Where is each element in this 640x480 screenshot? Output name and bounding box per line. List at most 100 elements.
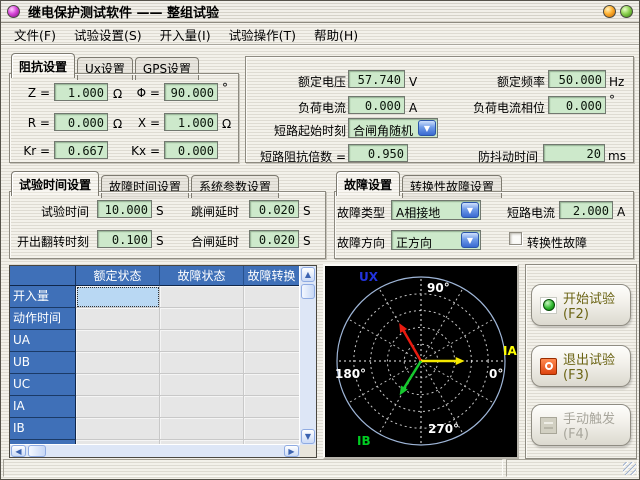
short-current-input[interactable]: 2.000 <box>559 201 613 219</box>
table-cell[interactable] <box>76 286 160 308</box>
impedance-panel: 阻抗设置Ux设置GPS设置 Z = 1.000 Ω Φ = 90.000 ° R… <box>9 53 239 163</box>
trip-delay-input[interactable]: 0.020 <box>249 200 299 218</box>
convert-fault-checkbox[interactable] <box>509 232 522 245</box>
menu-test-operation[interactable]: 试验操作(T) <box>220 23 305 46</box>
table-cell[interactable] <box>244 396 300 418</box>
window-title: 继电保护测试软件 —— 整组试验 <box>28 2 599 21</box>
table-cell[interactable] <box>160 374 244 396</box>
table-cell[interactable] <box>160 286 244 308</box>
load-current-phase-input[interactable]: 0.000 <box>548 96 606 114</box>
table-cell[interactable] <box>76 352 160 374</box>
chevron-down-icon[interactable]: ▼ <box>461 202 479 218</box>
phasor-plot <box>325 266 517 457</box>
x-input[interactable]: 1.000 <box>164 113 218 131</box>
trip-delay-label: 跳闸延时 <box>150 203 239 220</box>
scroll-up-icon[interactable]: ▲ <box>301 267 315 282</box>
table-cell[interactable] <box>160 308 244 330</box>
fault-tabbody: 故障类型 A相接地 ▼ 短路电流 2.000 A 故障方向 正方向 ▼ 转换性故… <box>334 191 634 259</box>
short-z-mult-label: 短路阻抗倍数 = <box>248 148 346 165</box>
horizontal-scrollbar[interactable]: ◀ ▶ <box>10 444 300 457</box>
fault-type-dropdown[interactable]: A相接地 ▼ <box>391 200 481 220</box>
start-test-button[interactable]: 开始试验(F2) <box>531 284 631 326</box>
menu-input-quantity[interactable]: 开入量(I) <box>151 23 220 46</box>
table-cell[interactable] <box>244 330 300 352</box>
kx-input[interactable]: 0.000 <box>164 141 218 159</box>
system-panel: 额定电压 57.740 V 额定频率 50.000 Hz 负荷电流 0.000 … <box>245 56 634 163</box>
trip-delay-unit: S <box>303 204 311 218</box>
kr-label: Kr = <box>12 144 50 158</box>
debounce-label: 防抖动时间 <box>446 148 538 165</box>
table-cell[interactable] <box>244 352 300 374</box>
tab-fault-settings[interactable]: 故障设置 <box>336 171 400 196</box>
tab-test-time-settings[interactable]: 试验时间设置 <box>11 171 99 196</box>
exit-test-button[interactable]: 退出试验(F3) <box>531 345 631 387</box>
table-cell[interactable] <box>76 418 160 440</box>
start-test-icon <box>540 297 557 314</box>
table-cell[interactable] <box>76 396 160 418</box>
table-cell[interactable] <box>160 352 244 374</box>
vertical-scrollbar[interactable]: ▲ ▼ <box>299 266 316 445</box>
app-icon <box>7 5 20 18</box>
load-current-phase-label: 负荷电流相位 <box>426 99 545 116</box>
test-time-input[interactable]: 10.000 <box>97 200 152 218</box>
phasor-label: 270° <box>428 422 459 436</box>
column-header[interactable]: 故障状态 <box>160 266 244 286</box>
table-cell[interactable] <box>160 396 244 418</box>
phasor-label: 90° <box>427 281 450 295</box>
fault-direction-dropdown[interactable]: 正方向 ▼ <box>391 230 481 250</box>
impedance-tabbody: Z = 1.000 Ω Φ = 90.000 ° R = 0.000 Ω X =… <box>9 73 239 163</box>
column-header[interactable]: 额定状态 <box>76 266 160 286</box>
close-button[interactable] <box>620 5 633 18</box>
table-row: UC <box>10 374 300 396</box>
table-row: 开入量 <box>10 286 300 308</box>
table-cell[interactable] <box>76 330 160 352</box>
table-cell[interactable] <box>160 418 244 440</box>
scroll-left-icon[interactable]: ◀ <box>11 445 26 457</box>
table-cell[interactable] <box>160 330 244 352</box>
menu-test-settings[interactable]: 试验设置(S) <box>65 23 151 46</box>
chevron-down-icon[interactable]: ▼ <box>418 120 436 136</box>
debounce-input[interactable]: 20 <box>543 144 605 162</box>
phi-input[interactable]: 90.000 <box>164 83 218 101</box>
exit-test-icon <box>540 358 557 375</box>
column-header[interactable]: 故障转换 <box>244 266 300 286</box>
convert-fault-label: 转换性故障 <box>527 234 587 251</box>
phasor-label: 180° <box>335 367 366 381</box>
z-label: Z = <box>12 86 50 100</box>
vertical-scroll-thumb[interactable] <box>301 284 315 299</box>
minimize-button[interactable] <box>603 5 616 18</box>
table-row: IB <box>10 418 300 440</box>
rated-voltage-label: 额定电压 <box>256 73 346 90</box>
menu-file[interactable]: 文件(F) <box>5 23 65 46</box>
flip-time-input[interactable]: 0.100 <box>97 230 152 248</box>
resize-grip[interactable] <box>623 462 636 475</box>
load-current-input[interactable]: 0.000 <box>348 96 405 114</box>
tab-impedance-settings[interactable]: 阻抗设置 <box>11 53 75 78</box>
chevron-down-icon[interactable]: ▼ <box>461 232 479 248</box>
close-delay-input[interactable]: 0.020 <box>249 230 299 248</box>
rated-freq-label: 额定频率 <box>426 73 545 90</box>
kr-input[interactable]: 0.667 <box>54 141 108 159</box>
phasor-label: IB <box>357 434 371 448</box>
r-input[interactable]: 0.000 <box>54 113 108 131</box>
manual-trigger-icon <box>540 417 557 434</box>
short-z-mult-input[interactable]: 0.950 <box>348 144 408 162</box>
z-input[interactable]: 1.000 <box>54 83 108 101</box>
scroll-right-icon[interactable]: ▶ <box>284 445 299 457</box>
table-cell[interactable] <box>244 286 300 308</box>
table-cell[interactable] <box>244 418 300 440</box>
menu-help[interactable]: 帮助(H) <box>305 23 367 46</box>
table-cell[interactable] <box>244 308 300 330</box>
rated-voltage-input[interactable]: 57.740 <box>348 70 405 88</box>
short-start-dropdown[interactable]: 合闸角随机 ▼ <box>348 118 438 138</box>
phi-unit: ° <box>222 81 228 95</box>
table-cell[interactable] <box>76 308 160 330</box>
rated-freq-input[interactable]: 50.000 <box>548 70 606 88</box>
menubar: 文件(F) 试验设置(S) 开入量(I) 试验操作(T) 帮助(H) <box>1 24 639 44</box>
table-cell[interactable] <box>244 374 300 396</box>
table-cell[interactable] <box>76 374 160 396</box>
horizontal-scroll-thumb[interactable] <box>28 445 46 457</box>
scroll-down-icon[interactable]: ▼ <box>301 429 315 444</box>
x-unit: Ω <box>222 117 231 131</box>
close-delay-label: 合闸延时 <box>150 233 239 250</box>
